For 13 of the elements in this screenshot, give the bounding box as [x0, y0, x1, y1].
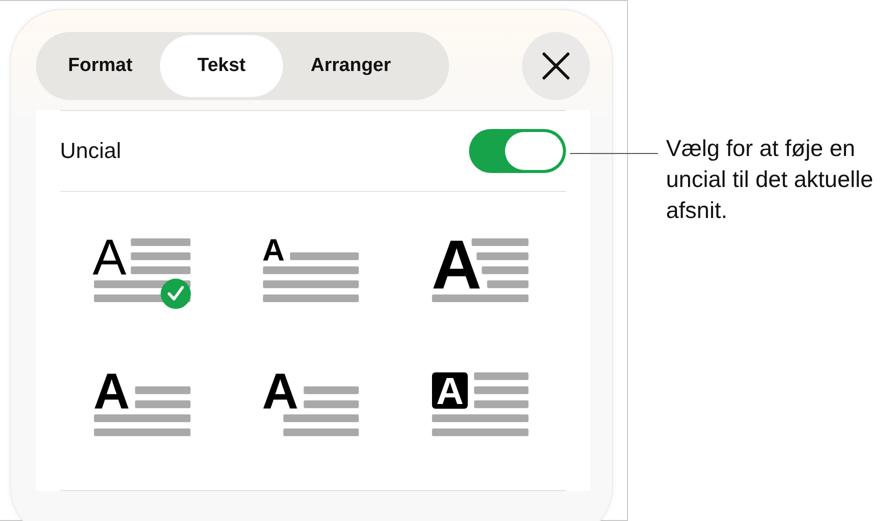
uncial-toggle[interactable] — [469, 129, 566, 173]
uncial-label: Uncial — [60, 138, 122, 164]
drop-cap-style-button[interactable]: A — [94, 372, 194, 440]
drop-cap-style-button[interactable]: A — [432, 372, 532, 440]
drop-cap-style-button[interactable]: A — [262, 238, 363, 306]
tab[interactable]: Arranger — [282, 35, 419, 97]
tab[interactable]: Format — [40, 35, 160, 97]
tab[interactable]: Tekst — [160, 35, 283, 97]
drop-cap-style-button[interactable]: A — [432, 238, 532, 306]
drop-cap-style-button[interactable]: A — [94, 238, 194, 306]
close-icon — [542, 52, 570, 80]
drop-cap-style-button[interactable]: A — [262, 372, 363, 440]
callout-text: Vælg for at føje en uncial til det aktuelle afsnit. — [666, 134, 874, 225]
